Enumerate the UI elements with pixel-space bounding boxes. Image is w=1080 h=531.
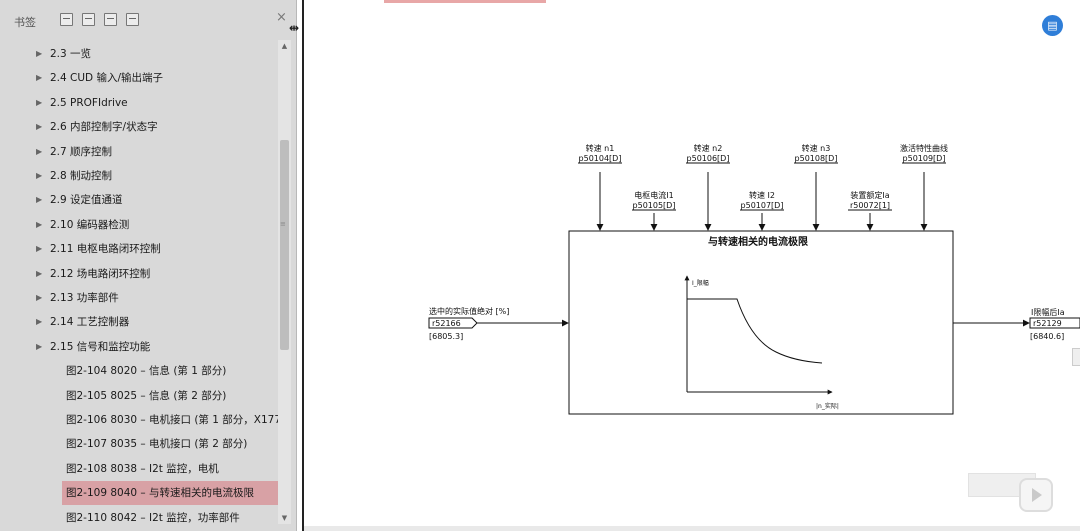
left-input-ref: [6805.3]	[429, 332, 463, 341]
bookmark-item[interactable]: ▶ 2.5 PROFIdrive	[0, 91, 278, 115]
bookmark-label: 图2-110 8042 – I2t 监控，功率部件	[66, 511, 240, 524]
input-param: p50109[D]	[903, 154, 946, 163]
input-param: p50105[D]	[633, 201, 676, 210]
bookmark-item[interactable]: 图2-108 8038 – I2t 监控，电机	[0, 457, 278, 481]
bookmark-item[interactable]: ▶ 2.15 信号和监控功能	[0, 335, 278, 359]
expand-all-icon[interactable]	[60, 13, 73, 26]
input-param: r50072[1]	[850, 201, 890, 210]
bookmarks-panel: 书签 × ▶ 2.3 一览 ▶ 2.4 CUD 输入/输出端子 ▶ 2.5 PROFIdr…	[0, 0, 297, 531]
bookmark-item[interactable]: 图2-105 8025 – 信息 (第 2 部分)	[0, 384, 278, 408]
bookmark-label: 图2-104 8020 – 信息 (第 1 部分)	[66, 365, 227, 378]
graph-y-axis-label: I_限幅	[692, 279, 709, 287]
expand-arrow-icon[interactable]: ▶	[36, 262, 42, 286]
expand-arrow-icon[interactable]: ▶	[36, 335, 42, 359]
expand-arrow-icon[interactable]: ▶	[36, 66, 42, 90]
expand-arrow-icon[interactable]: ▶	[36, 286, 42, 310]
left-input-label: 选中的实际值绝对 [%]	[429, 306, 509, 316]
expand-arrow-icon[interactable]: ▶	[36, 237, 42, 261]
horizontal-scrollbar[interactable]	[304, 526, 1080, 531]
input-label: 转速 n1	[586, 143, 615, 153]
limit-curve	[687, 298, 823, 364]
input-param: p50104[D]	[579, 154, 622, 163]
bookmark-item[interactable]: ▶ 2.12 场电路闭环控制	[0, 262, 278, 286]
bookmark-item[interactable]: ▶ 2.13 功率部件	[0, 286, 278, 310]
scroll-grip-icon: ≡	[280, 220, 286, 228]
bookmark-label: 2.15 信号和监控功能	[50, 340, 151, 353]
panel-title: 书签	[14, 16, 36, 29]
bookmark-item[interactable]: ▶ 2.11 电枢电路闭环控制	[0, 237, 278, 261]
expand-arrow-icon[interactable]: ▶	[36, 91, 42, 115]
input-label: 装置额定Ia	[850, 190, 889, 200]
bookmark-label: 2.10 编码器检测	[50, 218, 130, 231]
right-output-label: I限幅后Ia	[1031, 307, 1065, 317]
bookmark-label: 2.7 顺序控制	[50, 145, 113, 158]
input-label: 转速 n3	[802, 143, 831, 153]
left-input-param: r52166	[432, 319, 461, 328]
bookmark-label: 2.14 工艺控制器	[50, 316, 130, 329]
bookmark-add-icon[interactable]	[104, 13, 117, 26]
bookmark-label: 2.6 内部控制字/状态字	[50, 121, 158, 134]
input-param: p50107[D]	[741, 201, 784, 210]
bookmark-item[interactable]: ▶ 2.7 顺序控制	[0, 140, 278, 164]
input-label: 转速 n2	[694, 143, 723, 153]
input-label: 激活特性曲线	[900, 143, 948, 153]
bookmark-label: 2.12 场电路闭环控制	[50, 267, 151, 280]
bookmark-label: 图2-107 8035 – 电机接口 (第 2 部分)	[66, 438, 248, 451]
scroll-down-icon[interactable]: ▼	[278, 512, 291, 524]
document-viewer[interactable]: ▤ 与转速相关的电流极限 转速 n1 p50104[D] 电枢电流I1 p50105[…	[302, 0, 1080, 531]
expand-arrow-icon[interactable]: ▶	[36, 115, 42, 139]
bookmarks-panel-header: 书签 ×	[0, 0, 296, 38]
bookmark-item[interactable]: ▶ 2.14 工艺控制器	[0, 310, 278, 334]
right-output-param: r52129	[1033, 319, 1062, 328]
bookmark-item[interactable]: ▶ 2.10 编码器检测	[0, 213, 278, 237]
bookmark-label: 2.9 设定值通道	[50, 194, 123, 207]
input-label: 电枢电流I1	[634, 190, 673, 200]
expand-arrow-icon[interactable]: ▶	[36, 310, 42, 334]
scroll-up-icon[interactable]: ▲	[278, 40, 291, 52]
bookmark-item[interactable]: ▶ 2.3 一览	[0, 42, 278, 66]
bookmark-item[interactable]: ▶ 2.4 CUD 输入/输出端子	[0, 66, 278, 90]
close-icon[interactable]: ×	[276, 11, 287, 24]
bookmark-label: 2.3 一览	[50, 48, 92, 60]
expand-arrow-icon[interactable]: ▶	[36, 140, 42, 164]
bookmark-label: 2.8 制动控制	[50, 170, 113, 182]
bookmark-label: 图2-109 8040 – 与转速相关的电流极限	[66, 487, 254, 500]
bookmark-label: 2.4 CUD 输入/输出端子	[50, 72, 164, 85]
input-label: 转速 I2	[749, 190, 775, 200]
input-param: p50108[D]	[795, 154, 838, 163]
limit-block	[568, 230, 954, 415]
expand-arrow-icon[interactable]: ▶	[36, 42, 42, 66]
bookmark-item-selected[interactable]: 图2-109 8040 – 与转速相关的电流极限	[62, 481, 278, 506]
bookmark-item[interactable]: ▶ 2.8 制动控制	[0, 164, 278, 188]
bookmark-item[interactable]: 图2-110 8042 – I2t 监控，功率部件	[0, 506, 278, 527]
scroll-grip[interactable]	[1072, 348, 1080, 366]
bookmark-options-icon[interactable]	[126, 13, 139, 26]
bookmark-item[interactable]: 图2-104 8020 – 信息 (第 1 部分)	[0, 359, 278, 383]
expand-arrow-icon[interactable]: ▶	[36, 188, 42, 212]
right-output-ref: [6840.6]	[1030, 332, 1064, 341]
scrollbar[interactable]: ▲ ≡ ▼	[278, 40, 291, 524]
bookmark-item[interactable]: ▶ 2.6 内部控制字/状态字	[0, 115, 278, 139]
bookmark-label: 2.5 PROFIdrive	[50, 96, 128, 109]
bookmark-item[interactable]: ▶ 2.9 设定值通道	[0, 188, 278, 212]
bookmark-label: 图2-108 8038 – I2t 监控，电机	[66, 462, 219, 475]
scroll-thumb[interactable]	[280, 140, 289, 350]
bookmark-label: 2.13 功率部件	[50, 292, 119, 304]
bookmark-list: ▶ 2.3 一览 ▶ 2.4 CUD 输入/输出端子 ▶ 2.5 PROFIdrive ▶ 2…	[0, 42, 278, 527]
panel-resize-handle-icon[interactable]: ⇹	[289, 21, 299, 35]
expand-arrow-icon[interactable]: ▶	[36, 213, 42, 237]
bookmark-label: 2.11 电枢电路闭环控制	[50, 243, 161, 256]
graph-x-axis-label: |n_实际|	[816, 402, 839, 410]
video-play-icon[interactable]	[1019, 478, 1053, 512]
input-param: p50106[D]	[687, 154, 730, 163]
bookmark-label: 图2-105 8025 – 信息 (第 2 部分)	[66, 389, 227, 402]
function-diagram: 与转速相关的电流极限 转速 n1p50104[D] 电枢电流I1p50105[D]…	[428, 143, 1080, 415]
bookmark-label: 图2-106 8030 – 电机接口 (第 1 部分，X177....	[66, 414, 278, 426]
expand-arrow-icon[interactable]: ▶	[36, 164, 42, 188]
diagram-title: 与转速相关的电流极限	[708, 235, 809, 248]
bookmark-item[interactable]: 图2-107 8035 – 电机接口 (第 2 部分)	[0, 432, 278, 456]
bookmark-item[interactable]: 图2-106 8030 – 电机接口 (第 1 部分，X177....	[0, 408, 278, 432]
collapse-all-icon[interactable]	[82, 13, 95, 26]
